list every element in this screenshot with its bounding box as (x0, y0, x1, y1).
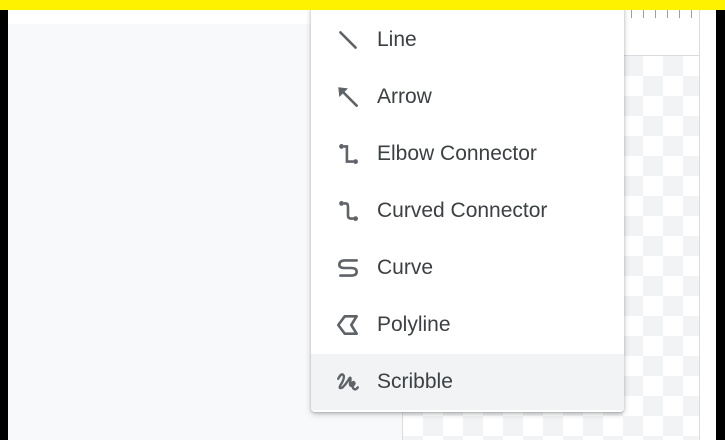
line-icon (334, 26, 362, 54)
line-type-menu: Line Arrow Elbow Connector Curved Connec… (311, 10, 624, 412)
menu-item-label: Elbow Connector (377, 142, 537, 165)
highlight-banner (0, 0, 725, 10)
menu-item-polyline[interactable]: Polyline (311, 297, 624, 353)
curve-icon (334, 254, 362, 282)
elbow-connector-icon (334, 140, 362, 168)
menu-item-label: Curved Connector (377, 199, 548, 222)
menu-item-curve[interactable]: Curve (311, 240, 624, 296)
curved-connector-icon (334, 197, 362, 225)
menu-item-label: Curve (377, 256, 434, 279)
arrow-icon (334, 83, 362, 111)
menu-item-label: Polyline (377, 313, 451, 336)
menu-item-label: Arrow (377, 85, 432, 108)
menu-item-line[interactable]: Line (311, 12, 624, 68)
vertical-scrollbar[interactable] (699, 10, 716, 440)
menu-item-curved-connector[interactable]: Curved Connector (311, 183, 624, 239)
app-window: Line Arrow Elbow Connector Curved Connec… (8, 10, 716, 440)
menu-item-label: Scribble (377, 370, 453, 393)
polyline-icon (334, 311, 362, 339)
menu-item-label: Line (377, 28, 417, 51)
menu-item-scribble[interactable]: Scribble (311, 354, 624, 410)
menu-item-arrow[interactable]: Arrow (311, 69, 624, 125)
menu-item-elbow-connector[interactable]: Elbow Connector (311, 126, 624, 182)
scribble-icon (334, 368, 362, 396)
